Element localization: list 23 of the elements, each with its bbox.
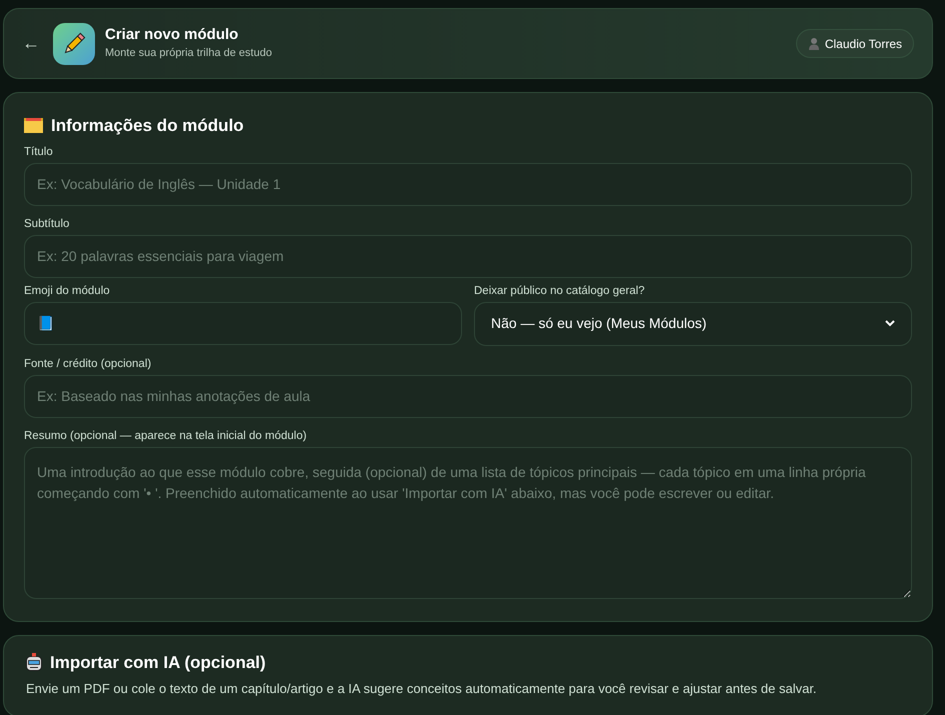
section-title: Informações do módulo [51, 115, 244, 137]
text-field[interactable]: Ex: 20 palavras essenciais para viagem [24, 234, 912, 278]
robot-icon [26, 653, 42, 672]
section-description: Envie um PDF ou cole o texto de um capítulo/artigo e a IA sugere conceitos automaticamente para você revisar e ajustar antes de salvar. [26, 681, 818, 696]
field-label: Fonte / crédito (opcional) [24, 356, 152, 370]
user-icon [808, 37, 820, 50]
field-label: Resumo (opcional — aparece na tela inicial do módulo) [24, 428, 308, 442]
back-button[interactable]: ← [22, 30, 40, 57]
summary-field[interactable]: Uma introdução ao que esse módulo cobre, seguida (opcional) de uma lista de tópicos principais — cada tópico em uma linha própria começando com '• '. Preenchido automaticamente ao usar 'Importar com IA' abaixo, mas você pode escrever ou editar. [24, 446, 912, 598]
field-label: Emoji do módulo [24, 284, 111, 298]
folder-icon [24, 118, 43, 134]
text-field[interactable]: 📘 [24, 302, 462, 344]
section-title: Importar com IA (opcional) [50, 652, 266, 674]
field-label: Título [24, 144, 54, 158]
dropdown[interactable]: Não — só eu vejo (Meus Módulos) [474, 302, 912, 346]
user-button[interactable]: Claudio Torres [796, 29, 914, 58]
page-title: Criar novo módulo [105, 26, 240, 45]
field-label: Subtítulo [24, 216, 70, 230]
chevron-down-icon [885, 320, 895, 327]
field-label: Deixar público no catálogo geral? [474, 284, 646, 298]
text-field[interactable]: Ex: Baseado nas minhas anotações de aula [24, 374, 912, 418]
page-subtitle: Monte sua própria trilha de estudo [105, 46, 272, 61]
text-field[interactable]: Ex: Vocabulário de Inglês — Unidade 1 [24, 162, 912, 206]
